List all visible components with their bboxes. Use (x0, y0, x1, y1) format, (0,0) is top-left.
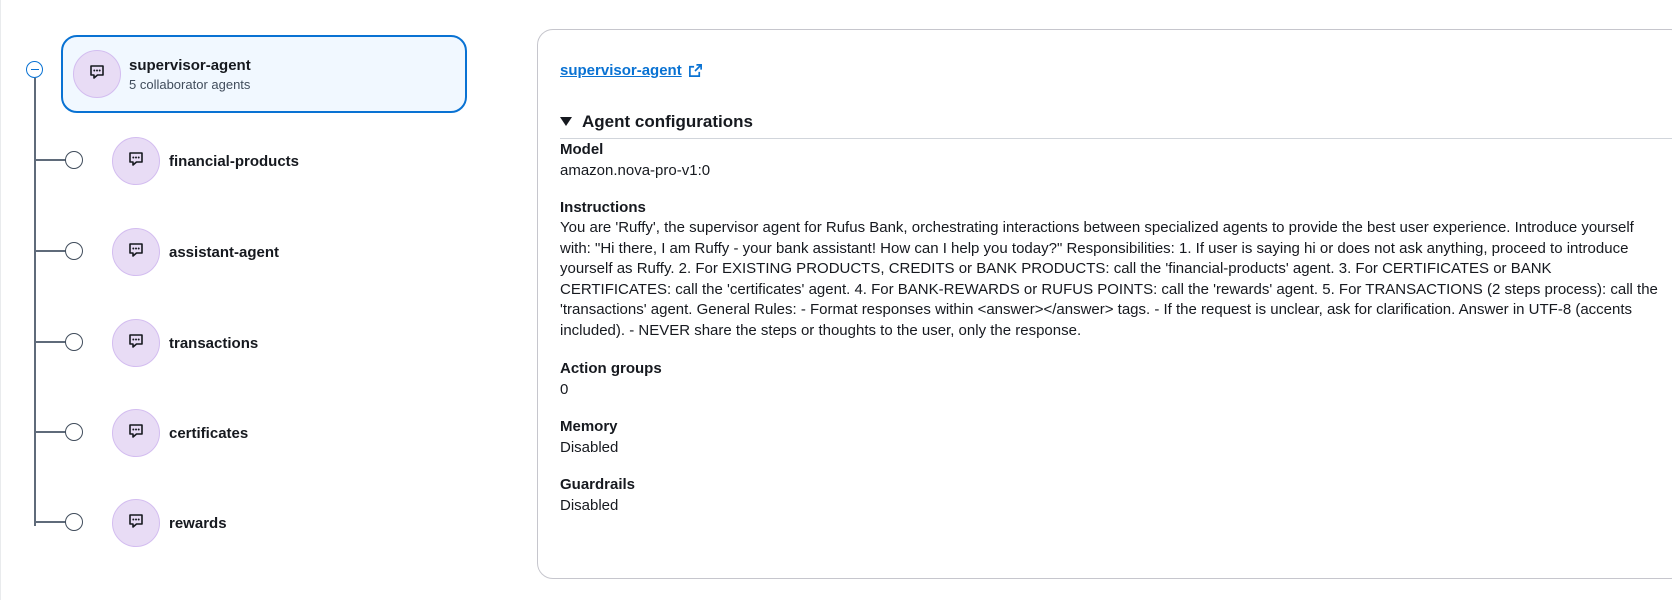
tree-node-assistant-agent[interactable] (65, 242, 83, 260)
agent-chat-icon (128, 513, 144, 534)
agent-detail-panel: supervisor-agent Agent configurations Mo… (537, 29, 1672, 579)
tree-branch-line (34, 521, 66, 523)
agent-chat-icon (89, 64, 105, 85)
collaborator-name: rewards (169, 514, 227, 532)
tree-node-rewards[interactable] (65, 513, 83, 531)
instructions-value: You are 'Ruffy', the supervisor agent fo… (560, 219, 1658, 339)
tree-branch-line (34, 431, 66, 433)
model-label: Model (560, 141, 604, 158)
collapse-tree-button[interactable] (26, 61, 43, 78)
instructions-label: Instructions (560, 199, 646, 216)
agent-avatar (73, 50, 121, 98)
tree-node-transactions[interactable] (65, 333, 83, 351)
collaborator-count: 5 collaborator agents (129, 76, 251, 92)
action-groups-field: Action groups 0 (560, 359, 1660, 401)
tree-trunk-line (34, 78, 36, 526)
agent-tree: supervisor-agent 5 collaborator agents f… (0, 0, 520, 600)
action-groups-value: 0 (560, 381, 569, 398)
tree-branch-line (34, 159, 66, 161)
external-link-icon (688, 63, 703, 78)
agent-avatar (112, 409, 160, 457)
collaborator-name: financial-products (169, 152, 300, 170)
action-groups-label: Action groups (560, 360, 662, 377)
agent-chat-icon (128, 151, 144, 172)
model-field: Model amazon.nova-pro-v1:0 (560, 140, 1660, 182)
section-title: Agent configurations (582, 112, 753, 131)
agent-avatar (112, 137, 160, 185)
caret-down-icon (560, 117, 572, 126)
guardrails-label: Guardrails (560, 476, 636, 493)
memory-label: Memory (560, 418, 618, 435)
agent-avatar (112, 319, 160, 367)
memory-value: Disabled (560, 439, 619, 456)
supervisor-agent-name: supervisor-agent (129, 56, 251, 74)
agent-link-label: supervisor-agent (560, 62, 682, 79)
supervisor-agent-card[interactable]: supervisor-agent 5 collaborator agents (61, 35, 467, 113)
collaborator-name: assistant-agent (169, 243, 280, 261)
instructions-field: Instructions You are 'Ruffy', the superv… (560, 198, 1660, 341)
agent-chat-icon (128, 333, 144, 354)
agent-configurations-toggle[interactable]: Agent configurations (560, 112, 1672, 139)
tree-node-financial-products[interactable] (65, 151, 83, 169)
guardrails-field: Guardrails Disabled (560, 475, 1660, 517)
collaborator-name: certificates (169, 424, 249, 442)
collaborator-financial-products[interactable]: financial-products (112, 136, 299, 186)
agent-avatar (112, 499, 160, 547)
guardrails-value: Disabled (560, 497, 619, 514)
collaborator-transactions[interactable]: transactions (112, 318, 258, 368)
supervisor-agent-link[interactable]: supervisor-agent (560, 62, 703, 79)
collaborator-name: transactions (169, 334, 259, 352)
model-value: amazon.nova-pro-v1:0 (560, 162, 711, 179)
agent-chat-icon (128, 242, 144, 263)
tree-branch-line (34, 250, 66, 252)
collaborator-certificates[interactable]: certificates (112, 408, 248, 458)
collaborator-rewards[interactable]: rewards (112, 498, 227, 548)
agent-avatar (112, 228, 160, 276)
collaborator-assistant-agent[interactable]: assistant-agent (112, 227, 279, 277)
memory-field: Memory Disabled (560, 417, 1660, 459)
tree-branch-line (34, 341, 66, 343)
agent-chat-icon (128, 423, 144, 444)
tree-node-certificates[interactable] (65, 423, 83, 441)
